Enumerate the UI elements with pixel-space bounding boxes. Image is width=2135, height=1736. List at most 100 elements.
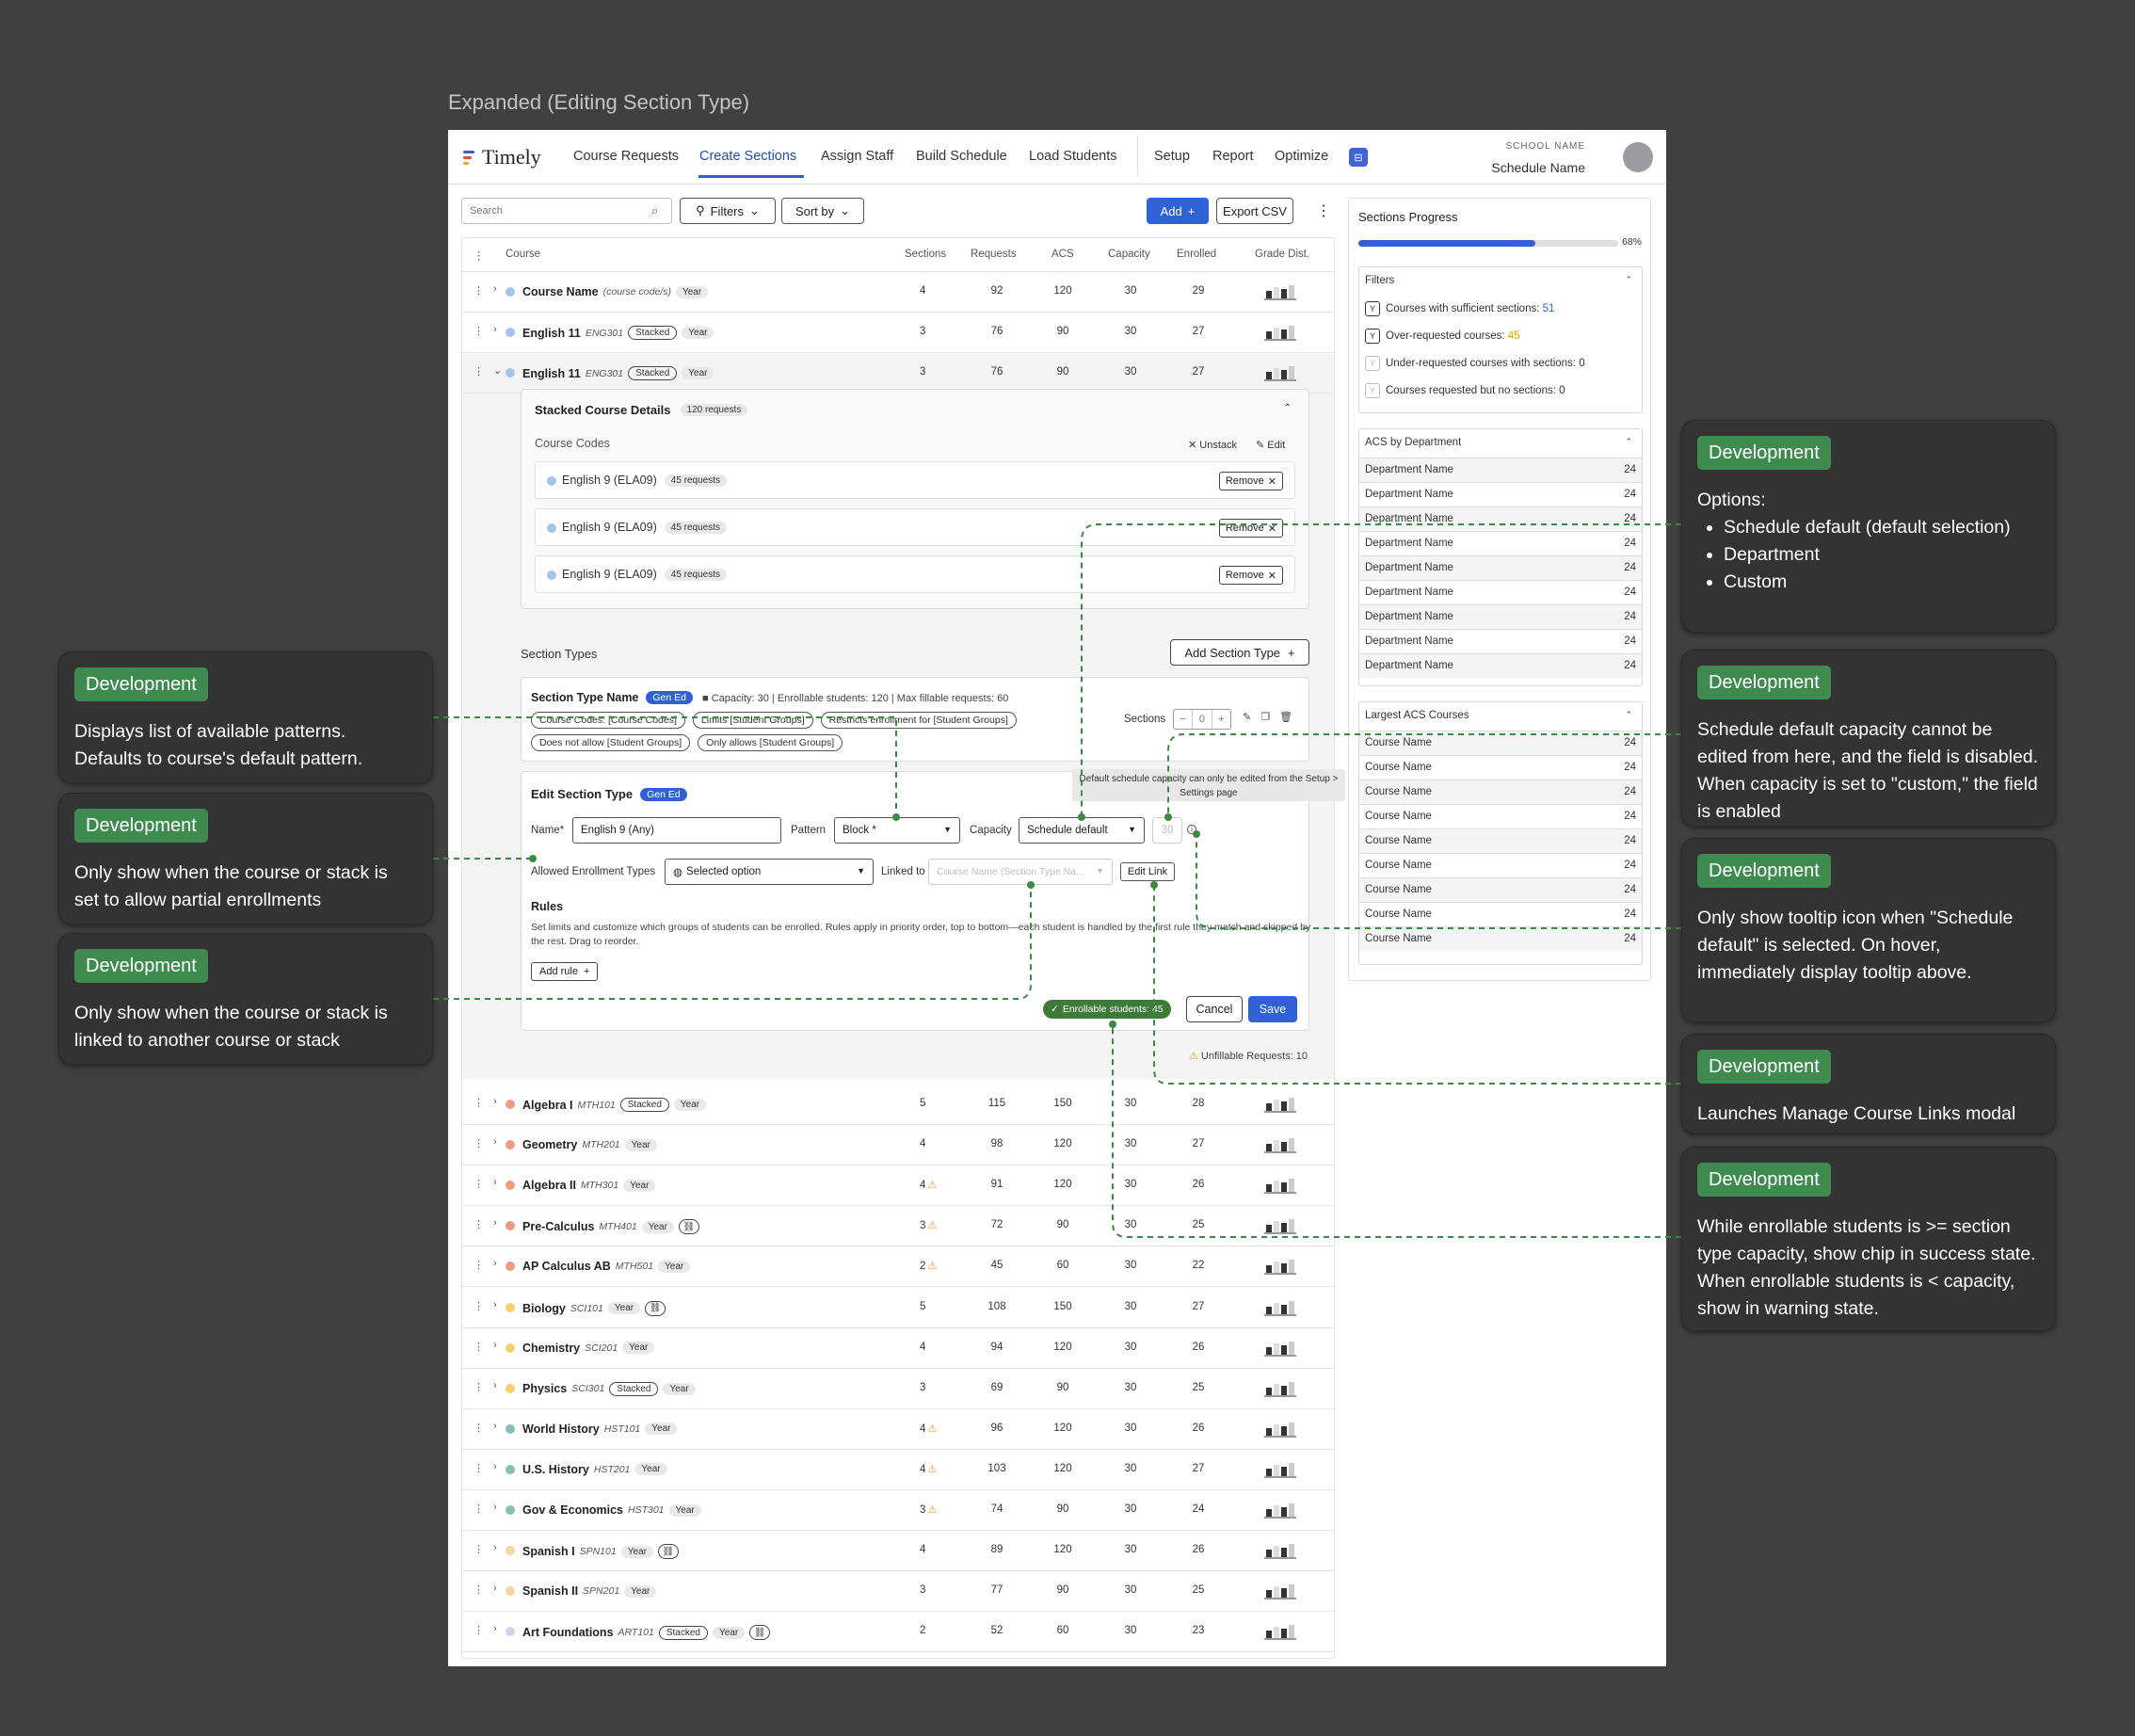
- table-row[interactable]: ⋮ › Gov & Economics HST301 Year 3 ⚠ 74 90 3…: [462, 1490, 1334, 1531]
- collapse-icon[interactable]: ⌃: [1625, 275, 1632, 285]
- drag-handle-icon[interactable]: ⋮: [474, 1422, 484, 1434]
- expand-chevron-icon[interactable]: ⌄: [493, 364, 502, 377]
- link-icon[interactable]: ⛓: [645, 1300, 666, 1316]
- trash-icon[interactable]: 🗑: [1279, 711, 1292, 723]
- course-name[interactable]: Spanish II SPN201 Year: [522, 1584, 657, 1598]
- filter-item[interactable]: Y Courses requested but no sections: 0: [1365, 383, 1565, 398]
- header-course[interactable]: Course: [506, 249, 540, 260]
- course-name[interactable]: U.S. History HST201 Year: [522, 1463, 667, 1476]
- drag-handle-icon[interactable]: ⋮: [474, 1381, 484, 1393]
- nav-report[interactable]: Report: [1212, 149, 1254, 164]
- schedule-name[interactable]: Schedule Name: [1491, 160, 1585, 175]
- drag-handle-icon[interactable]: ⋮: [474, 284, 484, 297]
- nav-optimize[interactable]: Optimize: [1275, 149, 1328, 164]
- filter-item[interactable]: Y Over-requested courses: 45: [1365, 329, 1520, 344]
- expand-chevron-icon[interactable]: ›: [493, 1583, 497, 1594]
- nav-load-students[interactable]: Load Students: [1029, 149, 1117, 164]
- drag-handle-icon[interactable]: ⋮: [474, 1218, 484, 1230]
- course-name[interactable]: Algebra II MTH301 Year: [522, 1179, 656, 1192]
- search-input[interactable]: [461, 198, 672, 224]
- nav-build-schedule[interactable]: Build Schedule: [916, 149, 1007, 164]
- drag-handle-icon[interactable]: ⋮: [474, 365, 484, 378]
- collapse-icon[interactable]: ⌃: [1625, 437, 1632, 447]
- name-input[interactable]: English 9 (Any): [572, 817, 781, 844]
- add-button[interactable]: Add +: [1147, 198, 1209, 224]
- expand-chevron-icon[interactable]: ›: [493, 1380, 497, 1391]
- save-button[interactable]: Save: [1248, 996, 1297, 1022]
- table-row[interactable]: ⋮ › Spanish II SPN201 Year 3 77 90 30 25: [462, 1571, 1334, 1613]
- sections-stepper[interactable]: −0 +: [1173, 709, 1231, 730]
- table-row[interactable]: ⋮ › Pre-Calculus MTH401 Year ⛓ 3 ⚠ 72 90 30 …: [462, 1206, 1334, 1247]
- table-row[interactable]: ⋮ › Course Name (course code/s) Year 4 92 …: [462, 272, 1334, 313]
- table-row[interactable]: ⋮ › Chemistry SCI201 Year 4 94 120 30 26: [462, 1328, 1334, 1369]
- course-name[interactable]: Pre-Calculus MTH401 Year ⛓: [522, 1219, 699, 1235]
- nav-create-sections[interactable]: Create Sections: [699, 149, 796, 164]
- drag-handle-icon[interactable]: ⋮: [474, 1462, 484, 1474]
- collapse-icon[interactable]: ⌃: [1284, 403, 1292, 413]
- expand-chevron-icon[interactable]: ›: [493, 1217, 497, 1229]
- expand-chevron-icon[interactable]: ›: [493, 1502, 497, 1513]
- table-row[interactable]: ⋮ › AP Calculus AB MTH501 Year 2 ⚠ 45 60 30…: [462, 1246, 1334, 1288]
- expand-chevron-icon[interactable]: ›: [493, 1461, 497, 1472]
- add-rule-button[interactable]: Add rule +: [531, 962, 599, 981]
- course-name[interactable]: Course Name (course code/s) Year: [522, 285, 709, 298]
- table-row[interactable]: ⋮ ⌄ English 11 ENG301 Stacked Year 3 76 90 …: [462, 353, 1334, 394]
- course-name[interactable]: English 11 ENG301 Stacked Year: [522, 326, 714, 341]
- export-csv-button[interactable]: Export CSV: [1216, 198, 1293, 224]
- cancel-button[interactable]: Cancel: [1186, 996, 1243, 1022]
- course-name[interactable]: Spanish I SPN101 Year ⛓: [522, 1544, 679, 1560]
- expand-chevron-icon[interactable]: ›: [493, 1421, 497, 1432]
- filters-button[interactable]: ⚲ Filters ⌄: [680, 198, 776, 224]
- course-name[interactable]: Algebra I MTH101 Stacked Year: [522, 1098, 707, 1112]
- duplicate-icon[interactable]: ❐: [1260, 711, 1270, 723]
- table-row[interactable]: ⋮ › Art Foundations ART101 Stacked Year ⛓ 2 …: [462, 1612, 1334, 1653]
- table-row[interactable]: ⋮ › Geometry MTH201 Year 4 98 120 30 27: [462, 1125, 1334, 1166]
- minus-icon[interactable]: −: [1174, 710, 1194, 729]
- more-options-icon[interactable]: ⋮: [1316, 201, 1331, 220]
- expand-chevron-icon[interactable]: ›: [493, 1340, 497, 1351]
- table-row[interactable]: ⋮ › Algebra II MTH301 Year 4 ⚠ 91 120 30 26: [462, 1165, 1334, 1207]
- drag-handle-icon[interactable]: ⋮: [474, 1259, 484, 1271]
- expand-chevron-icon[interactable]: ›: [493, 1096, 497, 1107]
- course-name[interactable]: Geometry MTH201 Year: [522, 1138, 657, 1151]
- filter-item[interactable]: Y Under-requested courses with sections: …: [1365, 356, 1585, 371]
- course-name[interactable]: Physics SCI301 Stacked Year: [522, 1381, 696, 1396]
- expand-chevron-icon[interactable]: ›: [493, 1177, 497, 1188]
- table-row[interactable]: ⋮ › Spanish I SPN101 Year ⛓ 4 89 120 30 26: [462, 1531, 1334, 1572]
- drag-handle-icon[interactable]: ⋮: [474, 1178, 484, 1190]
- remove-button[interactable]: Remove ✕: [1218, 566, 1283, 585]
- nav-course-requests[interactable]: Course Requests: [573, 149, 679, 164]
- course-name[interactable]: AP Calculus AB MTH501 Year: [522, 1260, 691, 1273]
- drag-handle-icon[interactable]: ⋮: [474, 1543, 484, 1555]
- edit-link-button[interactable]: Edit Link: [1120, 862, 1175, 881]
- drag-handle-icon[interactable]: ⋮: [474, 1137, 484, 1149]
- edit-stack-button[interactable]: ✎ Edit: [1256, 439, 1285, 451]
- drag-handle-icon[interactable]: ⋮: [474, 1097, 484, 1109]
- link-icon[interactable]: ⛓: [749, 1625, 771, 1641]
- course-name[interactable]: English 11 ENG301 Stacked Year: [522, 366, 714, 381]
- expand-chevron-icon[interactable]: ›: [493, 1623, 497, 1634]
- drag-handle-icon[interactable]: ⋮: [474, 1583, 484, 1596]
- drag-handle-icon[interactable]: ⋮: [474, 1300, 484, 1312]
- table-row[interactable]: ⋮ › English 11 ENG301 Stacked Year 3 76 90 …: [462, 313, 1334, 354]
- link-icon[interactable]: ⛓: [657, 1544, 679, 1560]
- stepper-value[interactable]: 0: [1193, 710, 1212, 729]
- nav-assign-staff[interactable]: Assign Staff: [821, 149, 893, 164]
- expand-chevron-icon[interactable]: ›: [493, 1258, 497, 1269]
- drag-handle-icon[interactable]: ⋮: [474, 1341, 484, 1353]
- optimize-badge-icon[interactable]: ⊟: [1349, 148, 1368, 167]
- course-name[interactable]: Art Foundations ART101 Stacked Year ⛓: [522, 1625, 771, 1641]
- drag-handle-icon[interactable]: ⋮: [474, 325, 484, 337]
- course-name[interactable]: Gov & Economics HST301 Year: [522, 1503, 701, 1517]
- logo[interactable]: Timely: [463, 145, 541, 169]
- collapse-icon[interactable]: ⌃: [1625, 710, 1632, 720]
- table-row[interactable]: ⋮ › World History HST101 Year 4 ⚠ 96 120 30…: [462, 1409, 1334, 1450]
- drag-handle-icon[interactable]: ⋮: [474, 1503, 484, 1515]
- course-name[interactable]: Biology SCI101 Year ⛓: [522, 1300, 666, 1316]
- remove-button[interactable]: Remove ✕: [1218, 519, 1283, 538]
- expand-chevron-icon[interactable]: ›: [493, 283, 497, 295]
- capacity-select[interactable]: Schedule default ▼: [1019, 817, 1145, 844]
- table-row[interactable]: ⋮ › Algebra I MTH101 Stacked Year 5 115 150…: [462, 1085, 1334, 1125]
- header-requests[interactable]: Requests: [971, 249, 1017, 260]
- expand-chevron-icon[interactable]: ›: [493, 324, 497, 335]
